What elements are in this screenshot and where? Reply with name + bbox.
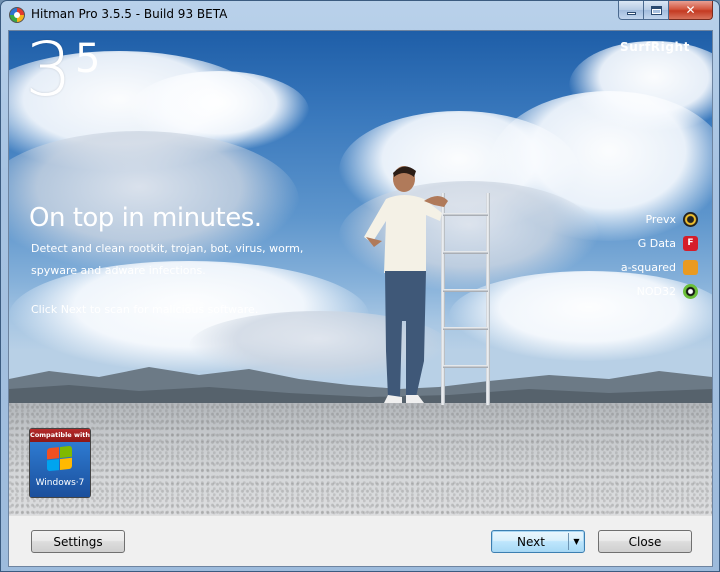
close-icon: ✕ [685, 3, 696, 17]
client-area: 3 5 SurfRight On top in minutes. Detect … [8, 30, 713, 567]
version-major: 3 [25, 31, 72, 113]
windows-logo-icon [47, 445, 73, 473]
scan-engines-list: Prevx G Data F a-squared NOD32 [578, 207, 698, 303]
next-button[interactable]: Next ▼ [491, 530, 585, 553]
a-squared-icon [683, 259, 698, 275]
engine-prevx: Prevx [578, 207, 698, 231]
badge-top-text: Compatible with [30, 429, 90, 442]
badge-bottom-text: Windows·7 [35, 478, 85, 488]
hitman-pro-app-icon[interactable] [9, 7, 25, 23]
maximize-icon [650, 5, 662, 15]
app-window: Hitman Pro 3.5.5 - Build 93 BETA ✕ 3 5 S… [0, 0, 720, 572]
engine-nod32: NOD32 [578, 279, 698, 303]
engine-label: G Data [637, 236, 676, 250]
badge-body: Windows·7 [30, 442, 90, 497]
window-title: Hitman Pro 3.5.5 - Build 93 BETA [31, 7, 228, 21]
next-dropdown-arrow-icon[interactable]: ▼ [568, 533, 584, 550]
surfright-logo: SurfRight [620, 40, 690, 54]
caption-buttons: ✕ [618, 1, 713, 21]
nod32-icon [683, 283, 698, 299]
instruction-hint: Click Next to scan for malicious softwar… [31, 303, 259, 316]
prevx-icon [683, 211, 698, 227]
engine-gdata: G Data F [578, 231, 698, 255]
next-button-label: Next [517, 534, 545, 549]
engine-label: Prevx [645, 212, 676, 226]
settings-button[interactable]: Settings [31, 530, 125, 553]
button-bar: Settings Next ▼ Close [9, 515, 712, 566]
ladder-rail [486, 193, 490, 405]
close-window-button[interactable]: ✕ [669, 1, 713, 20]
gdata-icon: F [683, 235, 698, 251]
engine-label: a-squared [620, 260, 676, 274]
engine-label: NOD32 [636, 284, 676, 298]
minimize-icon [626, 11, 636, 15]
close-button[interactable]: Close [598, 530, 692, 553]
gravel-ground [9, 403, 712, 515]
minimize-button[interactable] [618, 1, 644, 20]
maximize-button[interactable] [644, 1, 669, 20]
windows7-compatible-badge: Compatible with Windows·7 [29, 428, 91, 498]
headline: On top in minutes. [29, 203, 262, 233]
version-minor: 5 [75, 36, 101, 82]
title-bar[interactable]: Hitman Pro 3.5.5 - Build 93 BETA ✕ [1, 1, 719, 29]
engine-a-squared: a-squared [578, 255, 698, 279]
description: Detect and clean rootkit, trojan, bot, v… [31, 242, 304, 277]
hero-image: 3 5 SurfRight On top in minutes. Detect … [9, 31, 712, 515]
person-leaning-on-ladder [364, 166, 448, 403]
